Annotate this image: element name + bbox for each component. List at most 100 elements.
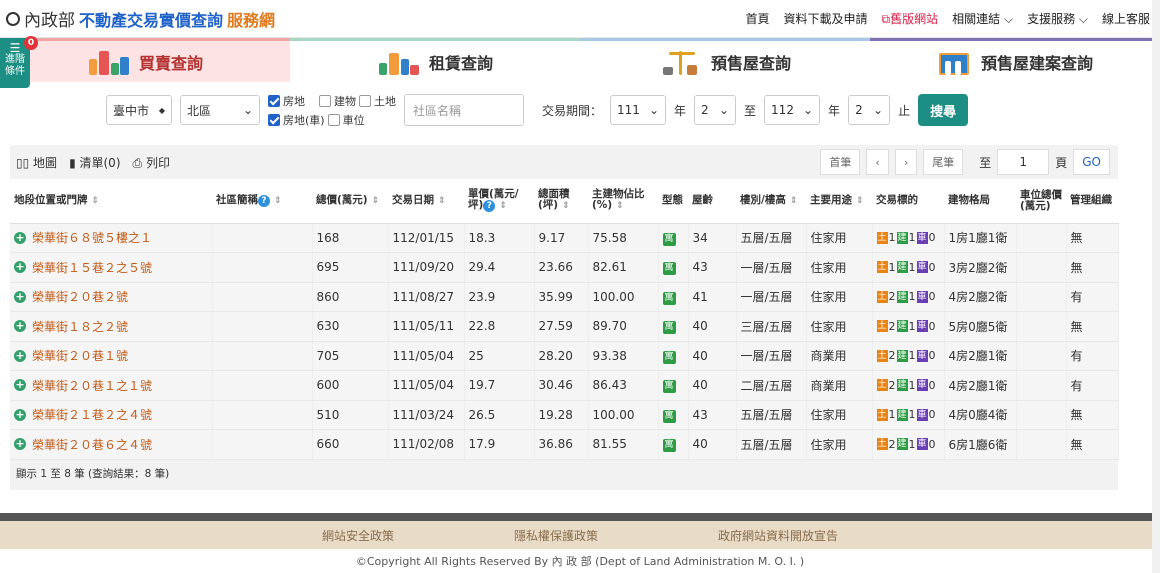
sort-icon[interactable]: ⇕	[92, 196, 100, 206]
go-button[interactable]: GO	[1073, 149, 1110, 175]
checkbox-parking[interactable]	[327, 113, 340, 126]
help-icon[interactable]: ?	[258, 194, 270, 207]
column-header[interactable]: 主要用途 ⇕	[806, 179, 872, 224]
expand-icon[interactable]: +	[14, 231, 26, 244]
address-cell[interactable]: + 榮華街６８號５樓之１	[10, 223, 213, 253]
checkbox-building[interactable]	[319, 94, 331, 107]
address-cell[interactable]: + 榮華街２１巷２之４號	[10, 400, 213, 430]
address-link[interactable]: 榮華街２０巷２號	[32, 288, 128, 305]
address-link[interactable]: 榮華街１８之２號	[32, 318, 128, 335]
footer-link-opendata[interactable]: 政府網站資料開放宣告	[718, 527, 838, 544]
list-button[interactable]: ▮ 清單(0)	[69, 154, 120, 171]
checkbox-house-land[interactable]	[268, 94, 280, 107]
map-button[interactable]: ▯▯ 地圖	[16, 154, 57, 171]
expand-icon[interactable]: +	[14, 320, 26, 333]
column-header[interactable]: 總價(萬元) ⇕	[312, 179, 388, 224]
nav-service[interactable]: 線上客服	[1102, 10, 1150, 27]
city-select[interactable]: 臺中市 ◆	[106, 95, 172, 125]
page-input[interactable]: 1	[997, 149, 1050, 175]
column-header[interactable]: 管理組織	[1066, 179, 1118, 224]
help-icon[interactable]: ?	[483, 200, 496, 213]
date-cell: 111/02/08	[388, 429, 465, 460]
footer-link-privacy[interactable]: 隱私權保護政策	[514, 527, 598, 544]
sort-icon[interactable]: ⇕	[372, 196, 380, 206]
footer-link-security[interactable]: 網站安全政策	[322, 527, 394, 544]
tab-sale[interactable]: 買賣查詢	[0, 38, 290, 82]
sort-icon[interactable]: ⇕	[790, 196, 798, 206]
table-row[interactable]: + 榮華街２０巷１之１號 600 111/05/04 19.7 30.46 86.43 寓 40…	[10, 370, 1119, 401]
column-header[interactable]: 屋齡	[688, 179, 736, 224]
address-link[interactable]: 榮華街２０巷１號	[32, 347, 128, 364]
printer-icon: ⎙	[132, 155, 143, 170]
nav-links[interactable]: 相關連結 ⌵	[952, 10, 1013, 27]
address-link[interactable]: 榮華街２０巷６之４號	[32, 436, 152, 453]
address-cell[interactable]: + 榮華街２０巷１號	[10, 341, 213, 371]
address-link[interactable]: 榮華街２１巷２之４號	[32, 406, 152, 423]
advanced-filter-button[interactable]: ☰ 進階條件 0	[0, 36, 38, 88]
sort-icon[interactable]: ⇕	[438, 196, 446, 206]
checkbox-land[interactable]	[359, 94, 371, 107]
use-cell: 住家用	[806, 400, 873, 430]
table-row[interactable]: + 榮華街２０巷１號 705 111/05/04 25 28.20 93.38 寓 40 一層/五…	[10, 341, 1119, 371]
expand-icon[interactable]: +	[14, 379, 26, 392]
table-row[interactable]: + 榮華街２０巷２號 860 111/08/27 23.9 35.99 100.00 寓 41 一…	[10, 282, 1119, 312]
sort-icon[interactable]: ⇕	[856, 196, 864, 206]
column-header[interactable]: 交易標的	[872, 179, 944, 224]
sort-icon[interactable]: ⇕	[274, 196, 282, 206]
address-cell[interactable]: + 榮華街２０巷２號	[10, 282, 213, 312]
expand-icon[interactable]: +	[14, 438, 26, 451]
tab-presale[interactable]: 預售屋查詢	[580, 38, 870, 82]
table-row[interactable]: + 榮華街６８號５樓之１ 168 112/01/15 18.3 9.17 75.58 寓 34 五…	[10, 223, 1119, 253]
column-header[interactable]: 建物格局	[944, 179, 1016, 224]
column-header[interactable]: 社區簡稱? ⇕	[212, 179, 312, 224]
page-scrollbar[interactable]	[1152, 0, 1160, 573]
sort-icon[interactable]: ⇕	[499, 201, 507, 211]
start-month-select[interactable]: 2 ⌄	[694, 95, 737, 125]
nav-home[interactable]: 首頁	[746, 10, 770, 27]
end-month-select[interactable]: 2 ⌄	[848, 95, 891, 125]
tab-rent[interactable]: 租賃查詢	[290, 38, 580, 82]
address-cell[interactable]: + 榮華街１５巷２之５號	[10, 252, 213, 283]
nav-download[interactable]: 資料下載及申請	[784, 10, 868, 27]
address-cell[interactable]: + 榮華街２０巷６之４號	[10, 429, 213, 460]
column-header[interactable]: 型態	[658, 179, 688, 224]
column-header[interactable]: 樓別/樓高 ⇕	[736, 179, 806, 224]
print-button[interactable]: ⎙ 列印	[133, 154, 170, 171]
column-header[interactable]: 地段位置或門牌 ⇕	[10, 179, 212, 224]
type-badge: 寓	[662, 380, 676, 394]
end-year-select[interactable]: 112 ⌄	[764, 95, 821, 125]
expand-icon[interactable]: +	[14, 408, 26, 421]
column-header[interactable]: 交易日期 ⇕	[388, 179, 464, 224]
sort-icon[interactable]: ⇕	[562, 201, 570, 211]
address-cell[interactable]: + 榮華街１８之２號	[10, 311, 213, 342]
column-header[interactable]: 單價(萬元/坪)? ⇕	[464, 179, 534, 224]
search-button[interactable]: 搜尋	[918, 94, 969, 126]
column-header[interactable]: 主建物佔比(%) ⇕	[588, 179, 658, 224]
prev-page-button[interactable]: ‹	[866, 149, 889, 175]
nav-old-site[interactable]: ⧉舊版網站	[882, 10, 939, 27]
next-page-button[interactable]: ›	[894, 149, 918, 175]
expand-icon[interactable]: +	[14, 261, 26, 274]
column-header[interactable]: 車位總價(萬元)	[1016, 179, 1066, 224]
nav-support[interactable]: 支援服務 ⌵	[1027, 10, 1088, 27]
sort-icon[interactable]: ⇕	[616, 201, 624, 211]
table-row[interactable]: + 榮華街２１巷２之４號 510 111/03/24 26.5 19.28 100.00 寓 4…	[10, 400, 1119, 430]
table-row[interactable]: + 榮華街２０巷６之４號 660 111/02/08 17.9 36.86 81.55 寓 40…	[10, 429, 1119, 460]
column-header[interactable]: 總面積(坪) ⇕	[534, 179, 588, 224]
address-link[interactable]: 榮華街２０巷１之１號	[32, 377, 152, 394]
table-row[interactable]: + 榮華街１５巷２之５號 695 111/09/20 29.4 23.66 82.61 寓 43…	[10, 252, 1119, 283]
site-logo[interactable]: 內政部 不動產交易實價查詢 服務網	[6, 6, 275, 31]
start-year-select[interactable]: 111 ⌄	[610, 95, 667, 125]
first-page-button[interactable]: 首筆	[820, 149, 861, 175]
tab-presale-project[interactable]: 預售屋建案查詢	[870, 38, 1160, 82]
district-select[interactable]: 北區 ⌄	[180, 95, 260, 125]
community-input[interactable]: 社區名稱	[404, 94, 524, 126]
address-link[interactable]: 榮華街６８號５樓之１	[32, 229, 152, 246]
expand-icon[interactable]: +	[14, 290, 26, 303]
address-link[interactable]: 榮華街１５巷２之５號	[32, 259, 152, 276]
last-page-button[interactable]: 尾筆	[923, 149, 964, 175]
checkbox-house-land-parking[interactable]	[268, 113, 280, 126]
address-cell[interactable]: + 榮華街２０巷１之１號	[10, 370, 213, 401]
table-row[interactable]: + 榮華街１８之２號 630 111/05/11 22.8 27.59 89.70 寓 40 三層…	[10, 311, 1119, 342]
expand-icon[interactable]: +	[14, 349, 26, 362]
